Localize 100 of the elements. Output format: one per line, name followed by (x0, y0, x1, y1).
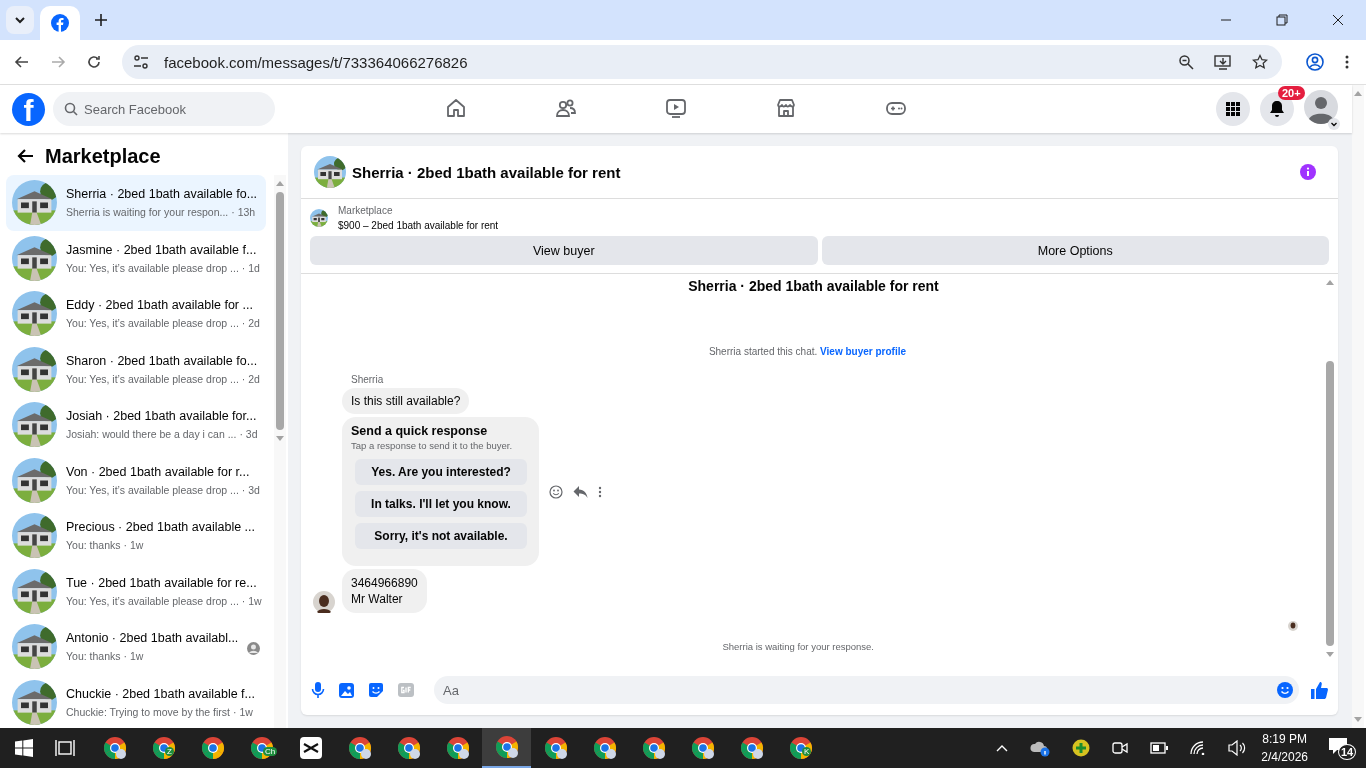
notification-count: 20+ (1278, 86, 1305, 100)
conversation-item[interactable]: Eddy · 2bed 1bath available for ... You: Yes, it’s available please drop ... · 2d (6, 286, 266, 342)
address-bar[interactable]: facebook.com/messages/t/733364066276826 (122, 45, 1282, 79)
restore-icon[interactable] (1276, 14, 1288, 26)
conversation-item[interactable]: Von · 2bed 1bath available for r... You: Yes, it’s available please drop ... · 3d (6, 452, 266, 508)
conversation-item[interactable]: Josiah · 2bed 1bath available for... Josiah: would there be a day i can ... · 3d (6, 397, 266, 453)
page-scrollbar[interactable] (1352, 85, 1364, 728)
clock[interactable]: 8:19 PM 2/4/2026 (1261, 732, 1308, 764)
taskbar-app[interactable] (482, 728, 531, 768)
avatar-icon (313, 591, 335, 614)
cloud-icon[interactable] (1030, 739, 1051, 757)
quick-response-button[interactable]: Yes. Are you interested? (355, 459, 527, 485)
conversation-item[interactable]: Sharon · 2bed 1bath available fo... You: Yes, it’s available please drop ... · 2d (6, 341, 266, 397)
video-icon (665, 96, 687, 119)
browser-tab[interactable] (40, 6, 80, 40)
microphone-icon[interactable] (311, 682, 325, 698)
message-time: · 2d (241, 317, 260, 330)
new-tab-icon[interactable] (94, 13, 108, 27)
close-icon[interactable] (1332, 14, 1344, 26)
conversation-title: Chuckie · 2bed 1bath available f... (66, 686, 255, 701)
conversation-item[interactable]: Antonio · 2bed 1bath availabl... You: thanks · 1w (6, 619, 266, 675)
view-buyer-profile-link[interactable]: View buyer profile (820, 346, 906, 357)
quick-response-button[interactable]: Sorry, it's not available. (355, 523, 527, 549)
sticker-icon[interactable] (368, 682, 384, 698)
chrome-icon (690, 736, 715, 760)
shop-icon (775, 96, 797, 119)
message-preview: You: thanks (66, 539, 121, 552)
wifi-icon[interactable] (1190, 741, 1207, 755)
profile-badge: Ch (263, 747, 278, 756)
taskbar-app[interactable]: Ch (237, 728, 286, 768)
message-preview: Sherria is waiting for your respon... (66, 206, 229, 219)
back-icon[interactable] (14, 54, 30, 70)
sidebar-title: Marketplace (45, 144, 161, 168)
message-preview: You: Yes, it’s available please drop ... (66, 372, 239, 385)
message-preview: You: Yes, it’s available please drop ... (66, 483, 239, 496)
conversation-item[interactable]: Jasmine · 2bed 1bath available f... You: Yes, it’s available please drop ... · 1d (6, 230, 266, 286)
chrome-icon (543, 736, 568, 760)
conversation-title: Tue · 2bed 1bath available for re... (66, 575, 258, 590)
camera-icon[interactable] (1112, 740, 1129, 756)
thread-title: Sherria · 2bed 1bath available for rent (687, 278, 940, 294)
image-icon[interactable] (339, 682, 354, 698)
chrome-icon (200, 736, 225, 760)
chrome-icon (396, 736, 421, 760)
facebook-logo[interactable]: f (12, 92, 45, 126)
caret-icon[interactable] (1328, 118, 1340, 130)
chrome-icon (347, 736, 372, 760)
taskbar-app[interactable]: Z (139, 728, 188, 768)
menu-button[interactable] (1216, 92, 1250, 126)
menu-icon[interactable] (1344, 54, 1350, 70)
conversation-item[interactable]: Sherria · 2bed 1bath available fo... Sherria is waiting for your respon... · 13h (6, 175, 266, 231)
windows-start-icon[interactable] (15, 739, 33, 757)
reply-icon[interactable] (573, 484, 588, 499)
plus-circle-icon[interactable] (1072, 739, 1091, 757)
search-icon (64, 102, 78, 116)
read-receipt-icon (1288, 621, 1298, 632)
emoji-icon[interactable] (549, 484, 563, 499)
message-bubble: 3464966890 Mr Walter (342, 569, 427, 614)
taskbar-app[interactable]: K (776, 728, 825, 768)
search-field[interactable]: Search Facebook (53, 92, 275, 126)
chrome-icon (641, 736, 666, 760)
message-time: · 2d (241, 372, 260, 385)
emoji-icon[interactable] (1277, 682, 1293, 698)
back-icon[interactable] (17, 147, 35, 165)
quick-response-button[interactable]: In talks. I'll let you know. (355, 491, 527, 517)
conversation-item[interactable]: Tue · 2bed 1bath available for re... You: Yes, it’s available please drop ... · 1w (6, 563, 266, 619)
volume-icon[interactable] (1228, 740, 1247, 756)
chrome-icon (102, 736, 127, 760)
conversation-item[interactable]: Chuckie · 2bed 1bath available f... Chuckie: Trying to move by the first · 1w (6, 674, 266, 728)
more-icon[interactable] (598, 484, 602, 499)
install-icon[interactable] (1214, 54, 1232, 70)
profile-badge: K (802, 747, 812, 756)
avatar-icon[interactable] (1304, 90, 1338, 124)
chevron-up-icon[interactable] (996, 744, 1009, 752)
message-preview: You: thanks (66, 650, 121, 663)
battery-icon[interactable] (1150, 742, 1169, 754)
message-input[interactable]: Aa (434, 676, 1299, 704)
view-buyer-button[interactable]: View buyer (310, 236, 818, 265)
listing-text: $900 – 2bed 1bath available for rent (338, 220, 499, 231)
conversation-title: Eddy · 2bed 1bath available for ... (66, 298, 254, 313)
conversation-item[interactable]: Precious · 2bed 1bath available ... You: thanks · 1w (6, 508, 266, 564)
reload-icon[interactable] (86, 54, 102, 70)
conversation-title: Von · 2bed 1bath available for r... (66, 464, 251, 479)
site-settings-icon[interactable] (132, 53, 150, 71)
scrollbar[interactable] (274, 175, 286, 728)
task-view-icon[interactable] (55, 739, 75, 757)
message-preview: Josiah: would there be a day i can ... (66, 428, 237, 441)
thumbs-up-icon[interactable] (1311, 681, 1328, 699)
tab-search-button[interactable] (6, 6, 34, 34)
chrome-icon (739, 736, 764, 760)
message-time: · 1d (241, 261, 260, 274)
more-options-button[interactable]: More Options (821, 236, 1329, 265)
profile-icon[interactable] (1306, 53, 1324, 71)
star-icon[interactable] (1252, 54, 1268, 70)
chevron-down-icon (14, 14, 26, 26)
zoom-icon[interactable] (1178, 54, 1194, 70)
conversation-title: Antonio · 2bed 1bath availabl... (66, 631, 239, 646)
conversation-title: Precious · 2bed 1bath available ... (66, 520, 255, 535)
info-icon[interactable] (1300, 164, 1316, 180)
message-bubble: Is this still available? (342, 388, 470, 414)
message-time: · 1w (123, 650, 144, 663)
